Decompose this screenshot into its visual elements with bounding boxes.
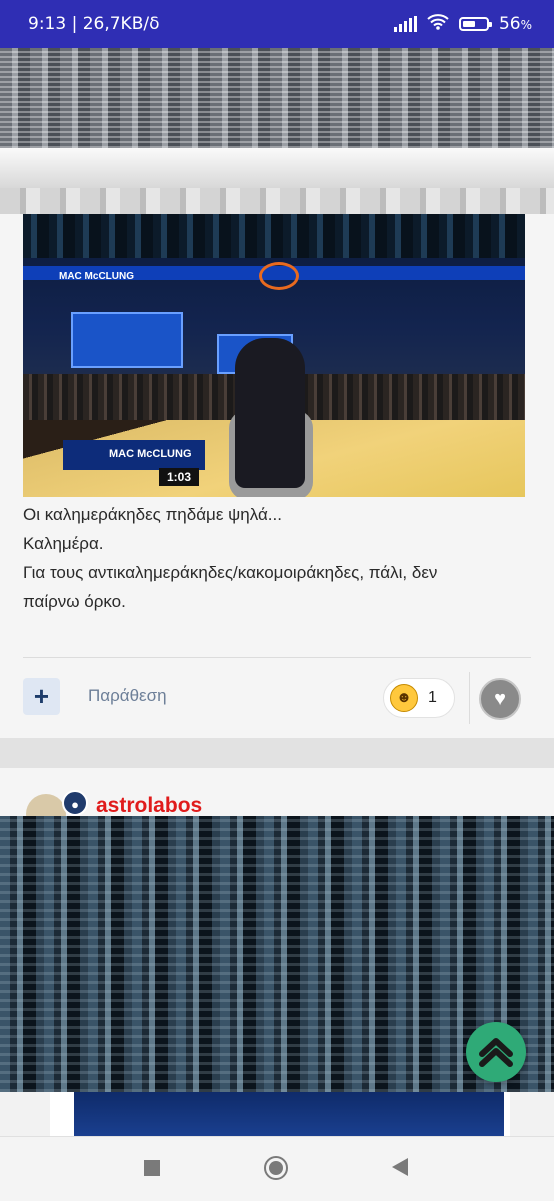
divider xyxy=(469,672,470,724)
reactions-summary[interactable]: ☻ 1 xyxy=(383,678,455,718)
system-navigation-bar xyxy=(0,1136,554,1201)
back-triangle-icon[interactable] xyxy=(392,1158,408,1176)
next-post-image[interactable] xyxy=(50,1092,510,1136)
post-image-gif[interactable]: MAC McCLUNG MAC McCLUNG 1:03 xyxy=(23,214,525,497)
shield-icon: ● xyxy=(62,790,88,816)
laughing-emoji-icon: ☻ xyxy=(390,684,418,712)
reaction-count: 1 xyxy=(428,689,437,706)
post-line: Οι καλημεράκηδες πηδάμε ψηλά... xyxy=(23,505,282,524)
post-card: MAC McCLUNG MAC McCLUNG 1:03 Οι καλημερά… xyxy=(0,214,554,738)
divider xyxy=(23,657,531,658)
basketball-hoop xyxy=(259,262,299,290)
post-separator xyxy=(0,738,554,768)
battery-icon xyxy=(458,17,492,31)
status-time: 9:13 | 26,7KB/δ xyxy=(28,14,160,34)
player-figure xyxy=(235,338,305,488)
author-name[interactable]: astrolabos xyxy=(96,794,202,818)
next-post-header: ● astrolabos xyxy=(0,768,554,834)
next-post-media-strip xyxy=(0,1092,554,1136)
wifi-icon xyxy=(427,13,449,35)
jumbotron-left xyxy=(71,312,183,368)
game-clock: 1:03 xyxy=(158,468,199,486)
status-bar: 9:13 | 26,7KB/δ 56% xyxy=(0,0,554,48)
quote-button[interactable]: Παράθεση xyxy=(88,686,167,706)
post-body: Οι καλημεράκηδες πηδάμε ψηλά... Καλημέρα… xyxy=(23,500,533,616)
glitch-band xyxy=(0,148,554,188)
home-circle-icon[interactable] xyxy=(264,1156,288,1180)
media-glitch xyxy=(23,214,525,258)
post-line: παίρνω όρκο. xyxy=(23,592,126,611)
post-line: Για τους αντικαλημεράκηδες/κακομοιράκηδε… xyxy=(23,563,438,582)
glitch-region-top xyxy=(0,48,554,148)
heart-icon[interactable]: ♥ xyxy=(479,678,521,720)
glitch-strip xyxy=(0,188,554,214)
chevron-up-icon xyxy=(479,1038,513,1067)
battery-text: 56% xyxy=(498,14,532,34)
scroll-to-top-button[interactable] xyxy=(466,1022,526,1082)
status-icons: 56% xyxy=(393,13,532,35)
post-actions: + Παράθεση ☻ 1 ♥ xyxy=(23,672,531,724)
multiquote-plus-button[interactable]: + xyxy=(23,678,60,715)
broadcast-overlay: MAC McCLUNG 1:03 xyxy=(63,440,205,486)
signal-icon xyxy=(393,16,417,32)
post-line: Καλημέρα. xyxy=(23,534,104,553)
recents-square-icon[interactable] xyxy=(144,1160,160,1176)
